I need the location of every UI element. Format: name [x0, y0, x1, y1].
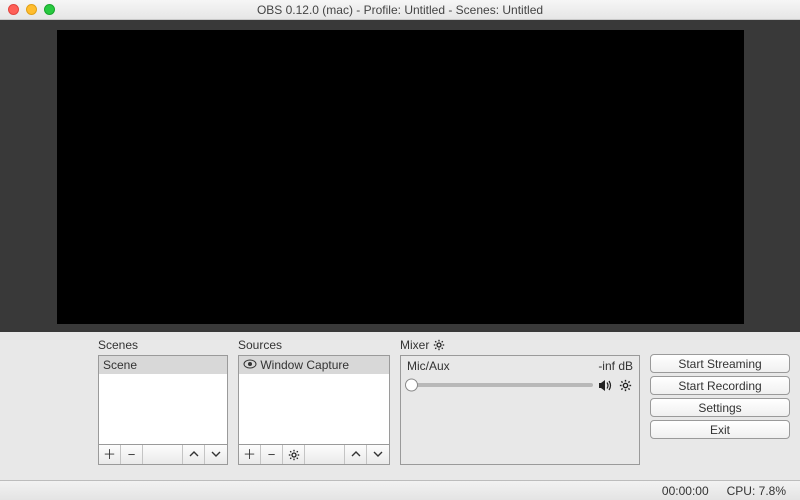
- add-scene-button[interactable]: ＋: [99, 445, 121, 464]
- chevron-up-icon: [189, 451, 199, 458]
- mixer-channel-level: -inf dB: [598, 359, 633, 373]
- mixer-slider-row: [407, 377, 633, 393]
- move-source-down-button[interactable]: [367, 445, 389, 464]
- window-title: OBS 0.12.0 (mac) - Profile: Untitled - S…: [0, 3, 800, 17]
- add-source-button[interactable]: ＋: [239, 445, 261, 464]
- controls-row: Scenes Scene ＋ −: [0, 332, 800, 480]
- chevron-down-icon: [373, 451, 383, 458]
- plus-icon: ＋: [243, 448, 256, 461]
- source-properties-button[interactable]: [283, 445, 305, 464]
- list-item[interactable]: Window Capture: [239, 356, 389, 374]
- mixer-channel-header: Mic/Aux -inf dB: [407, 359, 633, 377]
- sources-list[interactable]: Window Capture: [238, 355, 390, 445]
- sources-toolbar: ＋ −: [238, 445, 390, 465]
- preview-area: [0, 20, 800, 332]
- gear-icon[interactable]: [617, 377, 633, 393]
- slider-thumb[interactable]: [405, 379, 418, 392]
- mixer-label: Mixer: [400, 338, 640, 355]
- speaker-icon[interactable]: [597, 377, 613, 393]
- close-icon[interactable]: [8, 4, 19, 15]
- scenes-toolbar: ＋ −: [98, 445, 228, 465]
- mixer-box: Mic/Aux -inf dB: [400, 355, 640, 465]
- toolbar-spacer: [143, 445, 183, 464]
- mixer-channel-name: Mic/Aux: [407, 359, 450, 373]
- scenes-label: Scenes: [98, 338, 228, 355]
- start-recording-button[interactable]: Start Recording: [650, 376, 790, 395]
- scenes-list[interactable]: Scene: [98, 355, 228, 445]
- move-source-up-button[interactable]: [345, 445, 367, 464]
- remove-source-button[interactable]: −: [261, 445, 283, 464]
- move-scene-down-button[interactable]: [205, 445, 227, 464]
- visibility-eye-icon[interactable]: [243, 359, 257, 369]
- gear-icon[interactable]: [433, 339, 445, 351]
- status-bar: 00:00:00 CPU: 7.8%: [0, 480, 800, 500]
- sources-panel: Sources Window Capture ＋ −: [238, 338, 390, 480]
- status-cpu: CPU: 7.8%: [727, 484, 786, 498]
- scene-name: Scene: [103, 358, 137, 372]
- titlebar: OBS 0.12.0 (mac) - Profile: Untitled - S…: [0, 0, 800, 20]
- chevron-up-icon: [351, 451, 361, 458]
- minus-icon: −: [268, 448, 276, 461]
- sources-label: Sources: [238, 338, 390, 355]
- start-streaming-button[interactable]: Start Streaming: [650, 354, 790, 373]
- toolbar-spacer: [305, 445, 345, 464]
- move-scene-up-button[interactable]: [183, 445, 205, 464]
- scenes-panel: Scenes Scene ＋ −: [98, 338, 228, 480]
- buttons-panel: Start Streaming Start Recording Settings…: [650, 338, 790, 480]
- window-controls: [0, 4, 55, 15]
- remove-scene-button[interactable]: −: [121, 445, 143, 464]
- gear-icon: [288, 449, 300, 461]
- list-item[interactable]: Scene: [99, 356, 227, 374]
- plus-icon: ＋: [103, 448, 116, 461]
- mixer-label-text: Mixer: [400, 338, 429, 352]
- minus-icon: −: [128, 448, 136, 461]
- settings-button[interactable]: Settings: [650, 398, 790, 417]
- exit-button[interactable]: Exit: [650, 420, 790, 439]
- volume-slider[interactable]: [407, 383, 593, 387]
- mixer-panel: Mixer Mic/Aux -inf dB: [400, 338, 640, 480]
- minimize-icon[interactable]: [26, 4, 37, 15]
- source-name: Window Capture: [260, 358, 349, 372]
- preview-canvas[interactable]: [57, 30, 744, 324]
- maximize-icon[interactable]: [44, 4, 55, 15]
- chevron-down-icon: [211, 451, 221, 458]
- status-time: 00:00:00: [662, 484, 709, 498]
